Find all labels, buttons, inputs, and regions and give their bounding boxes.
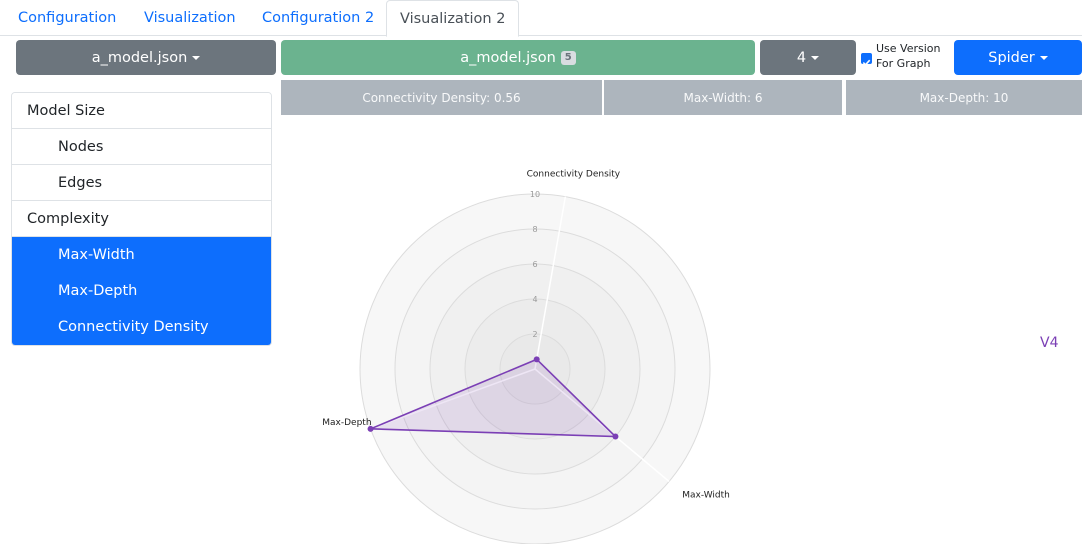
list-item-max-width[interactable]: Max-Width (12, 237, 271, 273)
radar-axis-label: Connectivity Density (527, 170, 621, 180)
radar-axis-label: Max-Depth (322, 418, 371, 428)
caret-down-icon (811, 55, 820, 60)
file-button-label: a_model.json (460, 49, 556, 66)
stat-connectivity-density: Connectivity Density: 0.56 (281, 80, 602, 115)
radar-tick-label: 2 (532, 330, 537, 339)
radar-tick-label: 6 (532, 260, 537, 269)
list-item-edges[interactable]: Edges (12, 165, 271, 201)
radar-axis-label: Max-Width (682, 490, 730, 500)
list-item-complexity[interactable]: Complexity (12, 201, 271, 237)
version-dropdown-label: 4 (796, 49, 807, 66)
use-version-label-line1: Use Version (876, 42, 941, 55)
list-item-max-depth[interactable]: Max-Depth (12, 273, 271, 309)
file-dropdown-label: a_model.json (91, 49, 188, 66)
radar-tick-label: 8 (532, 225, 537, 234)
stat-max-depth: Max-Depth: 10 (846, 80, 1082, 115)
tab-configuration-2[interactable]: Configuration 2 (258, 0, 378, 36)
radar-tick-label: 10 (530, 190, 540, 199)
series-legend-label: V4 (1040, 335, 1059, 351)
use-version-checkbox[interactable] (861, 53, 872, 66)
list-item-connectivity-density[interactable]: Connectivity Density (12, 309, 271, 345)
chart-type-dropdown-button[interactable]: Spider (954, 40, 1082, 75)
tab-bar: Configuration Visualization Configuratio… (0, 0, 1082, 37)
tab-visualization[interactable]: Visualization (140, 0, 240, 36)
use-version-label: Use Version For Graph (876, 41, 941, 71)
metrics-list: Model Size Nodes Edges Complexity Max-Wi… (11, 92, 272, 346)
use-version-label-line2: For Graph (876, 57, 931, 70)
stat-max-width: Max-Width: 6 (604, 80, 842, 115)
file-dropdown-button[interactable]: a_model.json (16, 40, 276, 75)
radar-point (612, 433, 619, 440)
version-dropdown-button[interactable]: 4 (760, 40, 856, 75)
radar-chart: 2 4 6 8 10 Connectivity Density Max-Width Max-… (322, 170, 730, 544)
tab-visualization-2[interactable]: Visualization 2 (386, 0, 520, 37)
use-version-toggle[interactable]: Use Version For Graph (860, 40, 952, 75)
app-root: Configuration Visualization Configuratio… (0, 0, 1082, 544)
list-item-model-size[interactable]: Model Size (12, 93, 271, 129)
radar-point (533, 356, 540, 363)
list-item-nodes[interactable]: Nodes (12, 129, 271, 165)
file-count-badge: 5 (560, 50, 576, 65)
tab-configuration[interactable]: Configuration (14, 0, 120, 36)
file-button[interactable]: a_model.json 5 (281, 40, 755, 75)
chart-type-label: Spider (988, 49, 1035, 66)
radar-tick-label: 4 (532, 295, 537, 304)
caret-down-icon (1039, 55, 1048, 60)
check-icon (862, 59, 871, 66)
caret-down-icon (192, 55, 201, 60)
